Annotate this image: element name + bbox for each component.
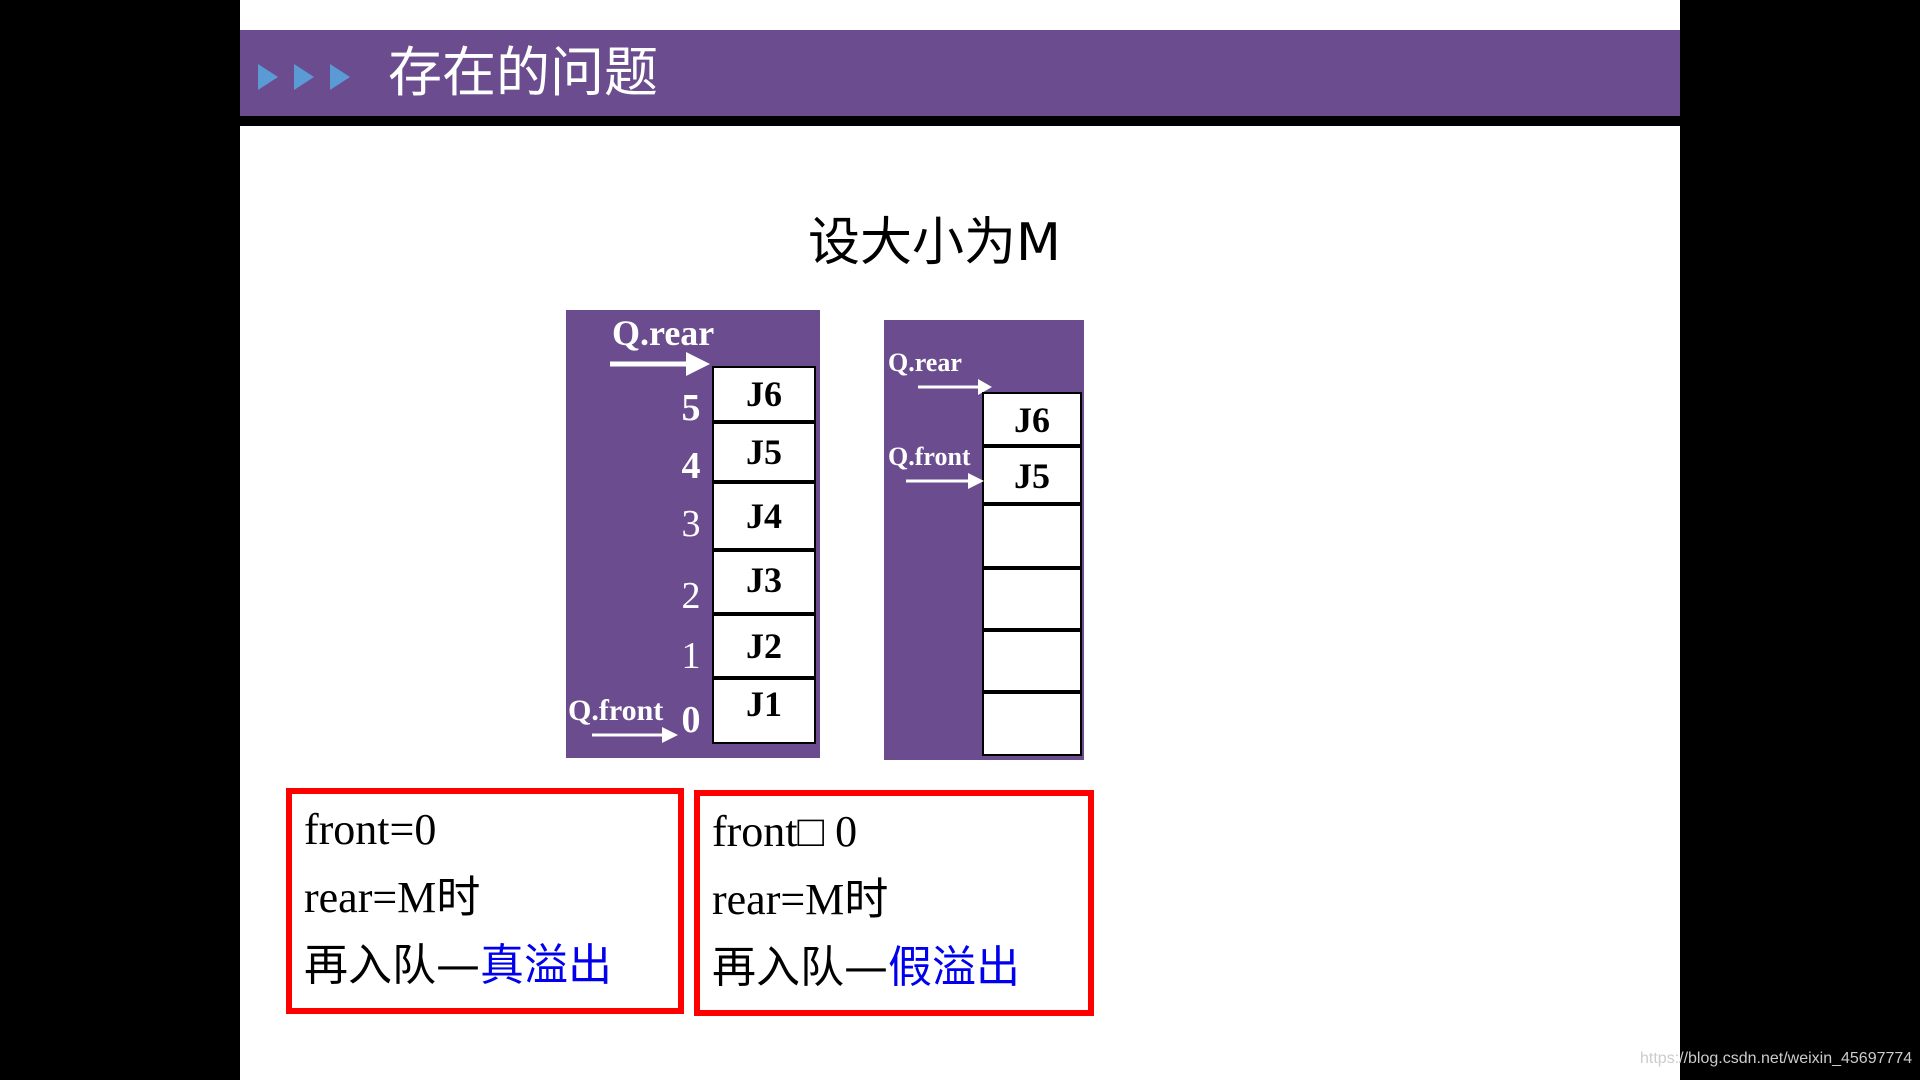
queue-slot: J5	[982, 446, 1082, 504]
queue-slot: J6	[712, 366, 816, 422]
slot-index: 1	[681, 635, 701, 677]
play-triangle-icon	[258, 64, 278, 90]
rear-pointer-label: Q.rear	[612, 313, 715, 353]
queue-slot: J1	[712, 678, 816, 744]
title-bar: 存在的问题	[240, 30, 1680, 126]
false-overflow-note: front□ 0 rear=M时 再入队—假溢出	[694, 790, 1094, 1016]
queue-slot: J2	[712, 614, 816, 678]
play-triangle-icon	[294, 64, 314, 90]
subtitle: 设大小为M	[808, 213, 1061, 273]
note-line-result: 再入队—真溢出	[304, 940, 612, 991]
note-line-rear: rear=M时	[304, 872, 481, 923]
front-pointer-label: Q.front	[568, 694, 664, 727]
front-pointer-label: Q.front	[888, 442, 971, 471]
queue-diagram-false-overflow: Q.rear J6 J5 Q.front	[884, 320, 1084, 760]
true-overflow-note: front=0 rear=M时 再入队—真溢出	[286, 788, 684, 1014]
rear-pointer-label: Q.rear	[888, 348, 962, 377]
queue-slot: J6	[982, 392, 1082, 446]
front-arrow-icon	[592, 727, 678, 743]
slot-index: 5	[681, 387, 701, 429]
queue-slot: J3	[712, 550, 816, 614]
watermark: https://blog.csdn.net/weixin_45697774	[1640, 1050, 1913, 1067]
front-arrow-icon	[906, 473, 984, 489]
queue-slot	[982, 692, 1082, 756]
note-line-rear: rear=M时	[712, 874, 889, 925]
queue-slot	[982, 504, 1082, 568]
slide: 存在的问题 设大小为M Q.rear J6 J5 J4 J3 J2 J1 5 4…	[240, 0, 1680, 1080]
overflow-type: 假溢出	[888, 942, 1020, 993]
queue-diagram-true-overflow: Q.rear J6 J5 J4 J3 J2 J1 5 4 3 2 1 0 Q.f…	[566, 310, 820, 758]
queue-slot: J5	[712, 422, 816, 482]
queue-slot: J4	[712, 482, 816, 550]
queue-slot	[982, 630, 1082, 692]
play-triangle-icon	[330, 64, 350, 90]
slot-index: 4	[681, 445, 701, 487]
overflow-type: 真溢出	[480, 940, 612, 991]
queue-slot	[982, 568, 1082, 630]
slot-index: 2	[681, 575, 701, 617]
note-line-front: front=0	[304, 805, 437, 854]
note-line-result: 再入队—假溢出	[712, 942, 1020, 993]
slide-title: 存在的问题	[388, 41, 658, 104]
rear-arrow-icon	[610, 352, 710, 376]
note-line-front: front□ 0	[712, 807, 858, 856]
slot-index: 3	[681, 503, 701, 545]
